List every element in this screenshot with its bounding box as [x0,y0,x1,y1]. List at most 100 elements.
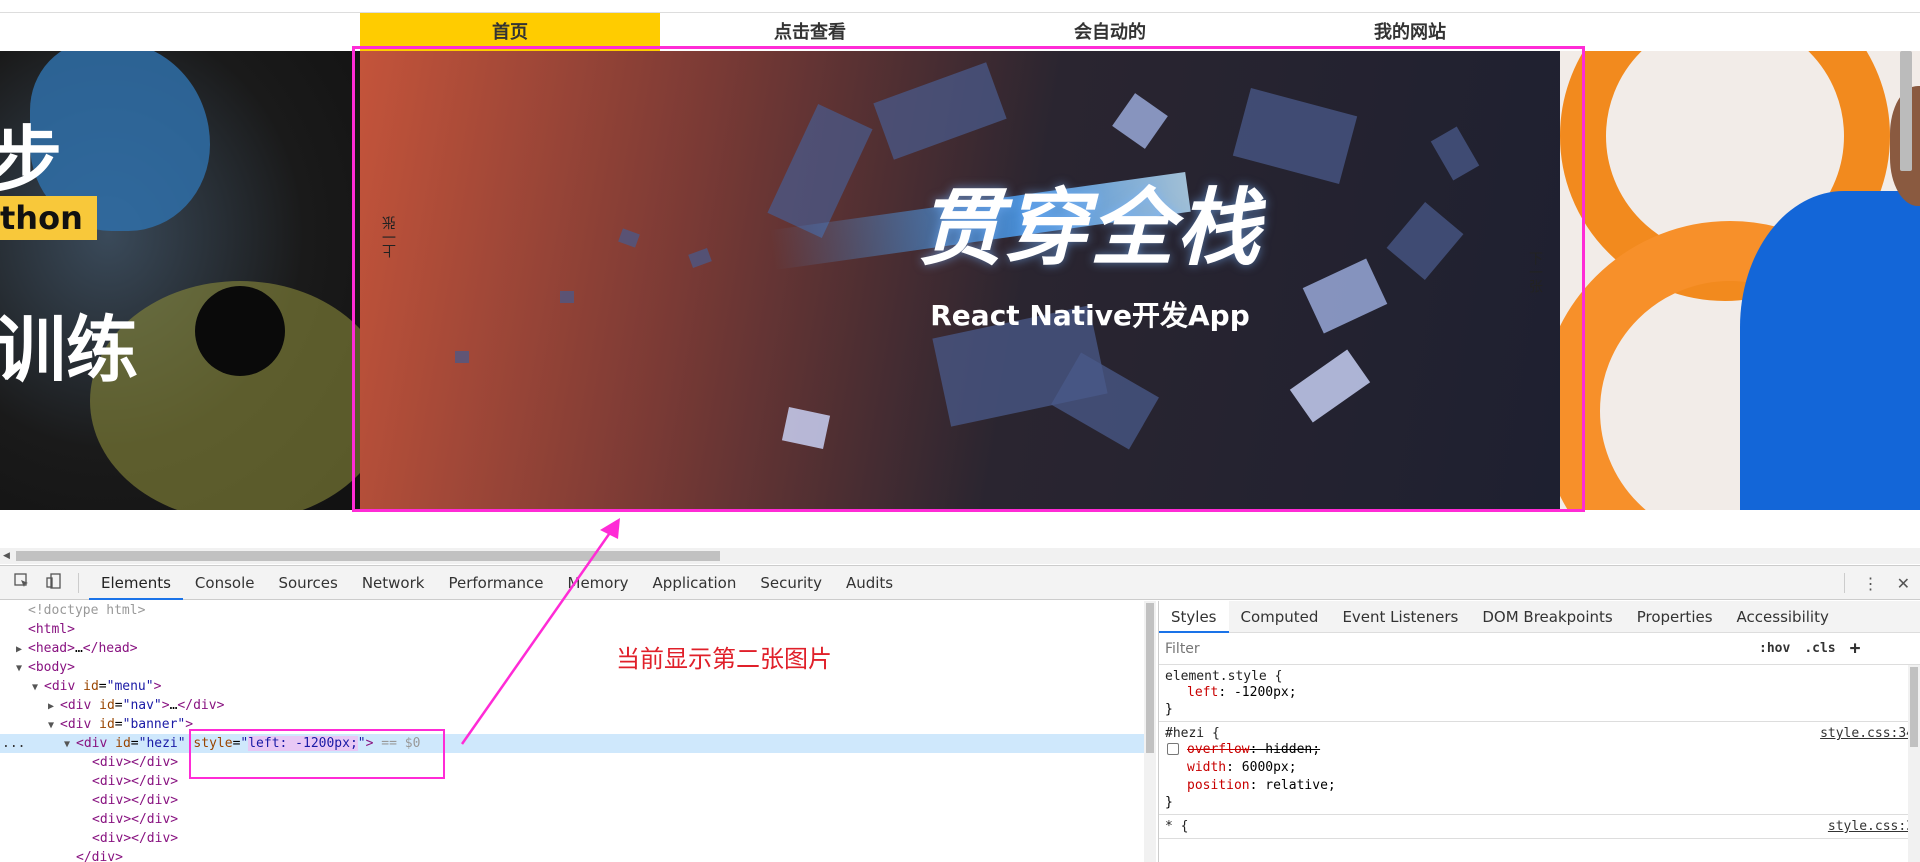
device-toggle-icon[interactable] [44,572,64,593]
slide-python-training: 步 thon 训练 [0,51,360,510]
styles-filter-input[interactable] [1165,636,1745,661]
tab-styles[interactable]: Styles [1159,600,1229,633]
tab-event-listeners[interactable]: Event Listeners [1330,601,1470,633]
expand-right-icon[interactable]: ▶ [16,640,28,659]
rule-source-link[interactable]: style.css:3 [1828,819,1914,834]
expand-down-icon[interactable]: ▼ [48,716,60,735]
dom-node-line[interactable]: <div></div> [0,829,1144,848]
toolbar-separator [1843,573,1845,593]
toolbar-separator [78,572,79,593]
tab-properties[interactable]: Properties [1625,601,1725,633]
tab-application[interactable]: Application [641,566,749,600]
elements-tree: <!doctype html> <html> ▶ <head>…</head> ▼ <bo… [0,601,1144,862]
scroll-left-icon[interactable]: ◀ [3,551,10,561]
expand-down-icon[interactable]: ▼ [64,735,76,754]
scrollbar-thumb[interactable] [16,551,720,561]
expand-down-icon[interactable]: ▼ [32,678,44,697]
style-declaration[interactable]: width: 6000px; [1165,759,1914,777]
devtools-window-controls: ⋮ ✕ [1843,566,1910,600]
expand-right-icon[interactable]: ▶ [48,697,60,716]
rule-close-brace: } [1165,795,1173,810]
rule-selector[interactable]: * { [1165,819,1914,834]
dom-node-line[interactable]: ▶ <div id="nav">…</div> [0,696,1144,715]
styles-scrollbar[interactable] [1908,665,1920,862]
dom-node-line[interactable]: <!doctype html> [0,601,1144,620]
expand-down-icon[interactable]: ▼ [16,659,28,678]
style-rule[interactable]: * {style.css:3 [1159,815,1920,839]
dom-node-line[interactable]: <div></div> [0,791,1144,810]
annotation-frame-style-attr [189,729,445,779]
more-options-icon[interactable]: ⋮ [1863,574,1879,593]
scrollbar-thumb[interactable] [1910,667,1918,747]
dom-node-text: <div></div> [92,812,179,827]
tab-performance[interactable]: Performance [436,566,555,600]
dom-node-text: <div></div> [92,831,179,846]
person-shirt [1740,191,1920,510]
dom-node-line[interactable]: <div></div> [0,753,1144,772]
tab-network[interactable]: Network [350,566,437,600]
tab-computed[interactable]: Computed [1229,601,1331,633]
elements-scrollbar[interactable] [1144,601,1156,862]
rule-selector[interactable]: #hezi { [1165,726,1914,741]
dom-node-line[interactable]: ... ▼ <div id="hezi" style="left: -1200px;… [0,734,1144,753]
dom-node-text: </div> [76,850,123,862]
scrollbar-thumb[interactable] [1146,603,1154,753]
tab-memory[interactable]: Memory [556,566,641,600]
rule-selector[interactable]: element.style { [1165,669,1914,684]
style-declaration[interactable]: overflow: hidden; [1165,741,1914,759]
tab-console[interactable]: Console [183,566,267,600]
dom-node-text: <!doctype html> [28,603,146,618]
annotation-text: 当前显示第二张图片 [616,645,832,673]
style-rule[interactable]: #hezi {style.css:34 overflow: hidden; widt… [1159,722,1920,815]
dom-node-line[interactable]: </div> [0,848,1144,862]
dom-node-text: <html> [28,622,75,637]
dom-node-text: <body> [28,660,75,675]
styles-filter-bar: :hov .cls + [1159,633,1920,665]
tab-security[interactable]: Security [748,566,834,600]
slide-left-heading: 步 [0,118,63,202]
rule-close-brace: } [1165,702,1173,717]
dom-node-line[interactable]: ▼ <div id="banner"> [0,715,1144,734]
cls-toggle-button[interactable]: .cls [1804,641,1835,656]
dom-node-text: <div></div> [92,793,179,808]
styles-pane: Styles Computed Event Listeners DOM Brea… [1158,600,1920,862]
style-rules-list: element.style {left: -1200px;} #hezi {sty… [1159,665,1920,839]
dom-node-line[interactable]: ▼ <body> [0,658,1144,677]
dom-node-text: <div></div> [92,755,179,770]
style-declaration[interactable]: position: relative; [1165,777,1914,795]
inspect-icon[interactable] [12,572,32,593]
dom-node-line[interactable]: ▶ <head>…</head> [0,639,1144,658]
python-logo-eye [195,286,285,376]
slide-person [1560,51,1920,510]
dom-node-line[interactable]: <html> [0,620,1144,639]
page-vertical-scrollbar[interactable] [1900,51,1912,171]
style-rule[interactable]: element.style {left: -1200px;} [1159,665,1920,722]
close-icon[interactable]: ✕ [1897,574,1910,593]
slide-left-heading-2: 训练 [0,308,139,392]
slide-left-tag: thon [0,196,97,240]
annotation-frame-banner [352,46,1585,512]
dom-node-line[interactable]: <div></div> [0,810,1144,829]
declaration-checkbox[interactable] [1167,743,1179,755]
dom-node-text: <div id="banner"> [60,717,194,732]
dom-node-text: <div id="nav">…</div> [60,698,225,713]
tab-audits[interactable]: Audits [834,566,905,600]
rule-source-link[interactable]: style.css:34 [1820,726,1914,741]
tab-sources[interactable]: Sources [266,566,349,600]
dom-node-text: <div></div> [92,774,179,789]
style-declaration[interactable]: left: -1200px; [1165,684,1914,702]
tab-accessibility[interactable]: Accessibility [1725,601,1841,633]
devtools-toolbar: Elements Console Sources Network Perform… [0,566,1920,600]
dom-node-line[interactable]: <div></div> [0,772,1144,791]
tab-elements[interactable]: Elements [89,566,183,600]
dom-node-line[interactable]: ▼ <div id="menu"> [0,677,1144,696]
page-horizontal-scrollbar[interactable]: ◀ [0,548,1920,564]
dom-node-text: <head>…</head> [28,641,138,656]
devtools-panel: Elements Console Sources Network Perform… [0,565,1920,862]
dom-node-text: <div id="menu"> [44,679,162,694]
node-actions-icon[interactable]: ... [2,734,25,753]
tab-dom-breakpoints[interactable]: DOM Breakpoints [1470,601,1624,633]
new-rule-button[interactable]: + [1850,638,1861,659]
hov-toggle-button[interactable]: :hov [1759,641,1790,656]
styles-tabs: Styles Computed Event Listeners DOM Brea… [1159,600,1920,633]
